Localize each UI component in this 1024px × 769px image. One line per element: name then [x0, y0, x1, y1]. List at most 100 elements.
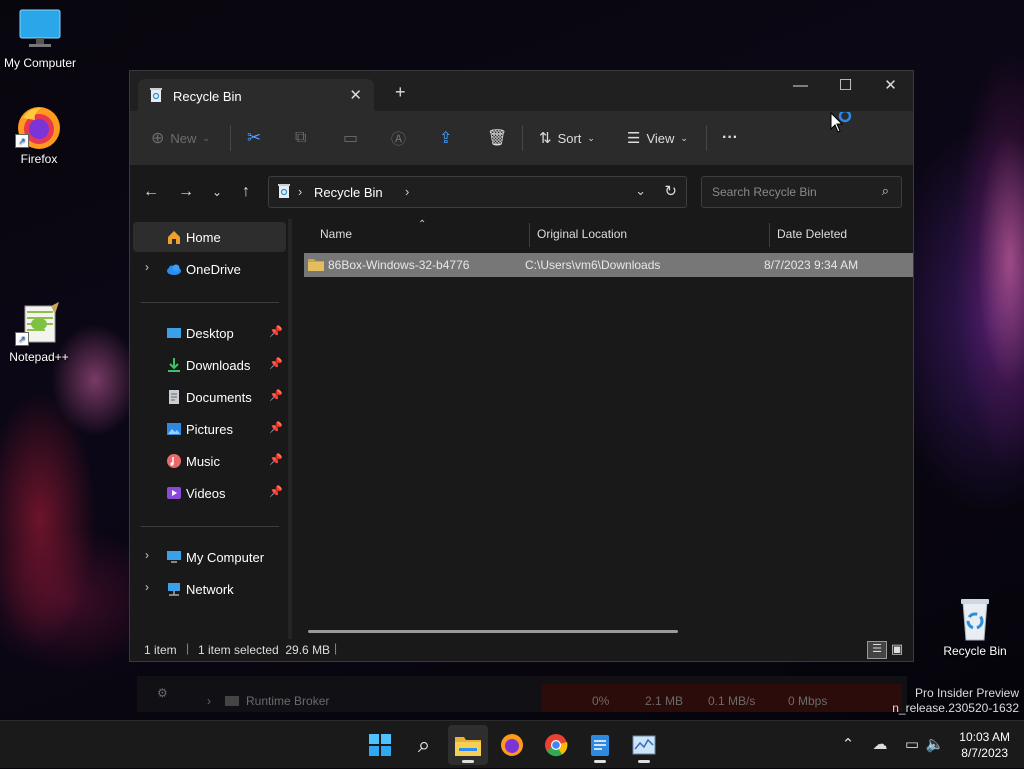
breadcrumb-item[interactable]: Recycle Bin — [314, 185, 383, 200]
recent-locations-button[interactable]: ⌄ — [206, 182, 228, 204]
new-button[interactable]: ⊕ New ⌄ — [151, 121, 210, 155]
running-indicator — [594, 760, 606, 763]
desktop-icon-my-computer[interactable]: My Computer — [0, 8, 80, 70]
plus-icon[interactable]: + — [395, 82, 406, 103]
up-button[interactable]: ↑ — [235, 182, 257, 204]
cut-button[interactable]: ✂ — [247, 121, 261, 155]
search-icon: ⌕ — [417, 732, 431, 757]
nav-item-desktop[interactable]: Desktop 📌 — [133, 318, 286, 348]
tiles-view-icon[interactable]: ▣ — [889, 641, 905, 657]
nav-item-onedrive[interactable]: › OneDrive — [133, 254, 286, 284]
nav-divider — [141, 526, 279, 527]
start-button[interactable] — [360, 725, 400, 765]
list-view-icon: ☰ — [627, 130, 641, 147]
back-button[interactable]: ← — [140, 182, 162, 204]
column-header-name[interactable]: Name — [320, 227, 352, 241]
copy-button[interactable]: ⧉ — [295, 121, 306, 155]
volume-icon[interactable]: 🔈 — [925, 735, 945, 755]
nav-item-my-computer[interactable]: › My Computer — [133, 542, 286, 572]
onedrive-offline-icon[interactable]: ☁ — [870, 735, 890, 755]
details-view-icon[interactable]: ☰ — [867, 641, 887, 659]
sort-button[interactable]: ⇅ Sort ⌄ — [539, 121, 595, 155]
share-button[interactable]: ⇪ — [439, 121, 452, 155]
chevron-right-icon[interactable]: › — [405, 184, 409, 199]
chevron-right-icon: › — [207, 694, 211, 708]
chevron-right-icon[interactable]: › — [145, 260, 149, 274]
pin-icon[interactable]: 📌 — [269, 421, 283, 434]
clipboard-icon: ▭ — [343, 130, 359, 147]
title-bar[interactable]: Recycle Bin ✕ + — ☐ ✕ — [130, 71, 913, 111]
share-icon: ⇪ — [439, 130, 453, 147]
desktop-icon-label: Recycle Bin — [943, 644, 1007, 658]
column-separator[interactable] — [769, 223, 770, 247]
pin-icon[interactable]: 📌 — [269, 357, 283, 370]
desktop-icon-firefox[interactable]: ↗ Firefox — [0, 104, 79, 166]
more-options-button[interactable]: ··· — [722, 121, 738, 155]
gear-icon: ⚙ — [157, 686, 168, 700]
rename-button[interactable]: Ⓐ — [391, 121, 406, 155]
watermark-line: Pro Insider Preview — [914, 686, 1019, 700]
address-bar[interactable]: › Recycle Bin › ⌄ ↻ — [268, 176, 687, 208]
nav-item-home[interactable]: Home — [133, 222, 286, 252]
nav-label: Videos — [186, 486, 226, 501]
delete-button[interactable]: 🗑 — [487, 121, 507, 155]
search-icon[interactable]: ⌕ — [882, 183, 889, 199]
clock[interactable]: 10:03 AM 8/7/2023 — [959, 729, 1010, 761]
network-icon[interactable]: ▭ — [902, 735, 922, 755]
downloads-icon — [166, 357, 182, 373]
watermark-line: n_release.230520-1632 — [892, 701, 1019, 715]
scissors-icon: ✂ — [247, 128, 262, 147]
chevron-down-icon[interactable]: ⌄ — [635, 183, 646, 199]
column-header-date-deleted[interactable]: Date Deleted — [777, 227, 847, 241]
tab-title: Recycle Bin — [173, 89, 242, 104]
desktop-icon-recycle-bin[interactable]: Recycle Bin — [935, 596, 1015, 658]
desktop-icon-notepadpp[interactable]: ↗ Notepad++ — [0, 302, 79, 364]
taskbar-task-manager[interactable] — [624, 725, 664, 765]
search-box[interactable]: ⌕ — [701, 176, 902, 208]
forward-button[interactable]: → — [175, 182, 197, 204]
copy-icon: ⧉ — [295, 129, 307, 146]
refresh-icon[interactable]: ↻ — [664, 182, 677, 200]
desktop-icon-label: My Computer — [3, 56, 77, 70]
file-list: Name ⌃ Original Location Date Deleted 86… — [292, 219, 913, 639]
pin-icon[interactable]: 📌 — [269, 325, 283, 338]
address-row: ← → ⌄ ↑ › Recycle Bin › ⌄ ↻ ⌕ — [130, 165, 913, 219]
nav-item-pictures[interactable]: Pictures 📌 — [133, 414, 286, 444]
taskbar-notepad[interactable] — [580, 725, 620, 765]
chevron-right-icon[interactable]: › — [145, 580, 149, 594]
desktop-icon — [166, 325, 182, 341]
pin-icon[interactable]: 📌 — [269, 389, 283, 402]
taskbar-search-button[interactable]: ⌕ — [404, 725, 444, 765]
table-row[interactable]: 86Box-Windows-32-b4776 C:\Users\vm6\Down… — [304, 253, 913, 277]
view-button[interactable]: ☰ View ⌄ — [627, 121, 688, 155]
taskbar-file-explorer[interactable] — [448, 725, 488, 765]
pin-icon[interactable]: 📌 — [269, 453, 283, 466]
memory-value: 2.1 MB — [645, 694, 684, 708]
paste-button[interactable]: ▭ — [343, 121, 358, 155]
chevron-down-icon: ⌄ — [202, 132, 210, 143]
taskbar-firefox[interactable] — [492, 725, 532, 765]
nav-item-documents[interactable]: Documents 📌 — [133, 382, 286, 412]
chevron-right-icon[interactable]: › — [145, 548, 149, 562]
search-input[interactable] — [710, 184, 874, 200]
nav-item-videos[interactable]: Videos 📌 — [133, 478, 286, 508]
monitor-icon — [166, 549, 182, 565]
taskbar-chrome[interactable] — [536, 725, 576, 765]
pin-icon[interactable]: 📌 — [269, 485, 283, 498]
column-separator[interactable] — [529, 223, 530, 247]
horizontal-scrollbar[interactable] — [308, 630, 678, 633]
maximize-button[interactable]: ☐ — [823, 71, 868, 103]
column-header-original-location[interactable]: Original Location — [537, 227, 627, 241]
tab-recycle-bin[interactable]: Recycle Bin ✕ — [138, 79, 374, 111]
file-explorer-icon — [455, 737, 481, 756]
close-tab-icon[interactable]: ✕ — [349, 86, 362, 104]
nav-label: OneDrive — [186, 262, 241, 277]
chevron-up-icon[interactable]: ⌃ — [838, 735, 858, 755]
minimize-button[interactable]: — — [778, 71, 823, 103]
nav-item-downloads[interactable]: Downloads 📌 — [133, 350, 286, 380]
process-name: Runtime Broker — [246, 694, 330, 708]
close-window-button[interactable]: ✕ — [868, 71, 913, 103]
nav-item-network[interactable]: › Network — [133, 574, 286, 604]
network-icon — [166, 581, 182, 597]
nav-item-music[interactable]: Music 📌 — [133, 446, 286, 476]
